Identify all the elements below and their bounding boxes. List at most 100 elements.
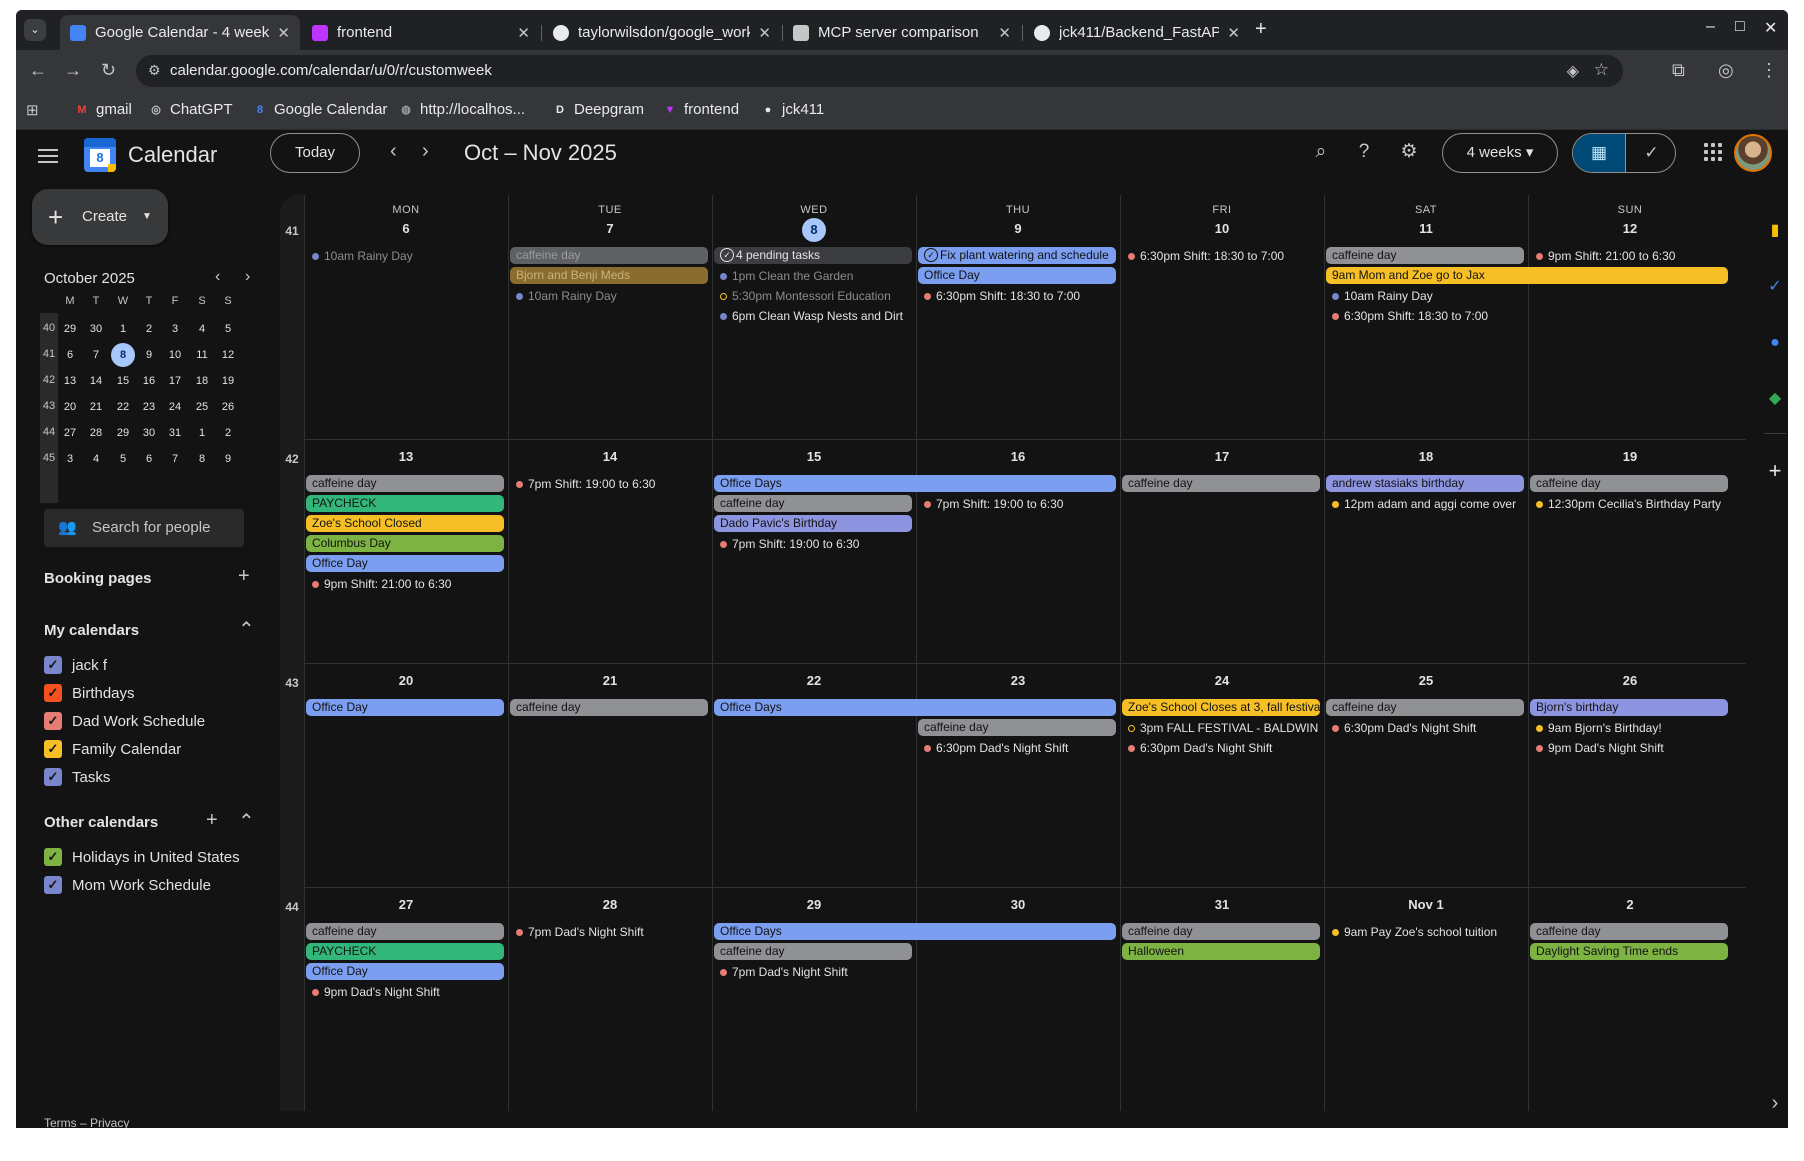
timed-event[interactable]: 9pm Shift: 21:00 to 6:30	[1530, 247, 1728, 266]
add-booking-page-icon[interactable]: +	[238, 565, 250, 588]
day-number[interactable]: 8	[712, 218, 916, 242]
timed-event[interactable]: 6:30pm Dad's Night Shift	[918, 739, 1116, 758]
event-chip[interactable]: caffeine day	[1122, 475, 1320, 492]
maximize-icon[interactable]: □	[1735, 18, 1745, 36]
extensions-icon[interactable]: ⧉	[1672, 60, 1685, 81]
main-menu-icon[interactable]	[36, 145, 60, 169]
mini-day[interactable]: 10	[163, 343, 187, 367]
bookmark-item[interactable]: ◍ http://localhos...	[398, 101, 525, 118]
collapse-other-calendars-icon[interactable]: ⌃	[238, 809, 255, 834]
mini-day[interactable]: 19	[216, 369, 240, 393]
day-number[interactable]: 12	[1528, 221, 1732, 236]
mini-day[interactable]: 11	[190, 343, 214, 367]
day-number[interactable]: 20	[304, 673, 508, 688]
settings-gear-icon[interactable]: ⚙	[1396, 139, 1422, 165]
event-chip[interactable]: Halloween	[1122, 943, 1320, 960]
mini-day[interactable]: 4	[84, 447, 108, 471]
timed-event[interactable]: 6:30pm Shift: 18:30 to 7:00	[1326, 307, 1524, 326]
event-chip[interactable]: Bjorn and Benji Meds	[510, 267, 708, 284]
timed-event[interactable]: 7pm Shift: 19:00 to 6:30	[918, 495, 1116, 514]
day-number[interactable]: 25	[1324, 673, 1528, 688]
apps-grid-icon[interactable]: ⊞	[26, 101, 39, 119]
mini-day[interactable]: 6	[58, 343, 82, 367]
event-chip[interactable]: Office Days	[714, 699, 1116, 716]
calendar-view-icon[interactable]: ▦	[1573, 134, 1625, 172]
browser-tab[interactable]: frontend ✕	[302, 15, 540, 50]
mini-day[interactable]: 21	[84, 395, 108, 419]
timed-event[interactable]: 3pm FALL FESTIVAL - BALDWIN	[1122, 719, 1320, 738]
mini-day[interactable]: 12	[216, 343, 240, 367]
booking-pages-title[interactable]: Booking pages	[44, 570, 152, 587]
day-number[interactable]: 27	[304, 897, 508, 912]
tab-search-icon[interactable]: ⌄	[24, 19, 46, 41]
mini-day[interactable]: 30	[137, 421, 161, 445]
event-chip[interactable]: caffeine day	[510, 247, 708, 264]
checkbox-checked-icon[interactable]: ✓	[44, 684, 62, 702]
day-number[interactable]: 22	[712, 673, 916, 688]
calendar-list-item[interactable]: ✓ Birthdays	[44, 684, 135, 702]
chrome-menu-icon[interactable]: ⋮	[1760, 60, 1778, 81]
checkbox-checked-icon[interactable]: ✓	[44, 656, 62, 674]
calendar-list-item[interactable]: ✓ Dad Work Schedule	[44, 712, 205, 730]
tab-close-icon[interactable]: ✕	[277, 24, 290, 42]
mini-day[interactable]: 22	[111, 395, 135, 419]
forward-icon[interactable]: →	[64, 60, 82, 81]
mini-day[interactable]: 17	[163, 369, 187, 393]
event-chip[interactable]: Columbus Day	[306, 535, 504, 552]
timed-event[interactable]: 7pm Dad's Night Shift	[510, 923, 708, 942]
event-chip[interactable]: andrew stasiaks birthday	[1326, 475, 1524, 492]
back-icon[interactable]: ←	[29, 60, 47, 81]
mini-day[interactable]: 20	[58, 395, 82, 419]
timed-event[interactable]: 10am Rainy Day	[510, 287, 708, 306]
mini-day[interactable]: 8	[190, 447, 214, 471]
calendar-logo[interactable]: 8	[84, 138, 116, 172]
bookmark-item[interactable]: ▼ frontend	[662, 101, 740, 118]
mini-day[interactable]: 25	[190, 395, 214, 419]
mini-day[interactable]: 3	[163, 317, 187, 341]
mini-day[interactable]: 4	[190, 317, 214, 341]
day-number[interactable]: 9	[916, 221, 1120, 236]
mini-week-number[interactable]: 40	[40, 322, 58, 334]
timed-event[interactable]: 12pm adam and aggi come over	[1326, 495, 1524, 514]
profile-icon[interactable]: ◎	[1718, 60, 1734, 81]
timed-event[interactable]: 6pm Clean Wasp Nests and Dirt	[714, 307, 912, 326]
mini-week-number[interactable]: 42	[40, 374, 58, 386]
event-chip[interactable]: Office Day	[306, 699, 504, 716]
mini-day[interactable]: 30	[84, 317, 108, 341]
view-selector[interactable]: 4 weeks ▾	[1442, 133, 1558, 173]
today-button[interactable]: Today	[270, 133, 360, 173]
bookmark-item[interactable]: Mgmail	[74, 101, 131, 118]
account-avatar[interactable]	[1734, 134, 1772, 172]
event-chip[interactable]: Zoe's School Closes at 3, fall festival	[1122, 699, 1320, 716]
timed-event[interactable]: 9pm Dad's Night Shift	[1530, 739, 1728, 758]
event-chip[interactable]: Zoe's School Closed	[306, 515, 504, 532]
day-number[interactable]: 17	[1120, 449, 1324, 464]
timed-event[interactable]: 10am Rainy Day	[306, 247, 504, 266]
mini-day[interactable]: 14	[84, 369, 108, 393]
timed-event[interactable]: 9am Pay Zoe's school tuition	[1326, 923, 1524, 942]
mini-day[interactable]: 1	[111, 317, 135, 341]
event-chip[interactable]: caffeine day	[306, 923, 504, 940]
timed-event[interactable]: 9pm Dad's Night Shift	[306, 983, 504, 1002]
mini-week-number[interactable]: 45	[40, 452, 58, 464]
mini-day[interactable]: 23	[137, 395, 161, 419]
checkbox-checked-icon[interactable]: ✓	[44, 712, 62, 730]
day-number[interactable]: 11	[1324, 221, 1528, 236]
event-chip[interactable]: caffeine day	[1326, 247, 1524, 264]
calendar-list-item[interactable]: ✓ Holidays in United States	[44, 848, 240, 866]
keep-icon[interactable]: ▮	[1761, 217, 1788, 245]
event-chip[interactable]: caffeine day	[1326, 699, 1524, 716]
event-chip[interactable]: Bjorn's birthday	[1530, 699, 1728, 716]
timed-event[interactable]: 10am Rainy Day	[1326, 287, 1524, 306]
mini-day[interactable]: 15	[111, 369, 135, 393]
event-chip[interactable]: caffeine day	[306, 475, 504, 492]
day-number[interactable]: 21	[508, 673, 712, 688]
event-chip[interactable]: Office Day	[918, 267, 1116, 284]
mini-day[interactable]: 5	[111, 447, 135, 471]
day-number[interactable]: 18	[1324, 449, 1528, 464]
timed-event[interactable]: 7pm Shift: 19:00 to 6:30	[714, 535, 912, 554]
browser-tab[interactable]: jck411/Backend_FastAPI ✕	[1024, 15, 1250, 50]
event-chip[interactable]: caffeine day	[1530, 923, 1728, 940]
day-number[interactable]: 31	[1120, 897, 1324, 912]
previous-period-icon[interactable]: ‹	[390, 140, 397, 163]
